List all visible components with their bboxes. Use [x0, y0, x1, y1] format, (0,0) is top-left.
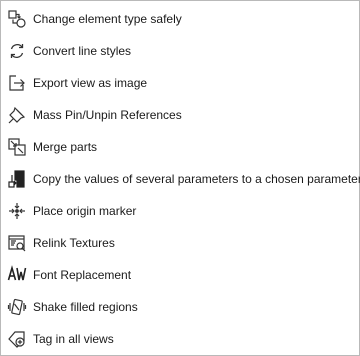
menu-item-convert-line-styles[interactable]: Convert line styles	[1, 35, 359, 67]
font-replacement-icon	[7, 265, 27, 285]
menu-item-shake-filled-regions[interactable]: Shake filled regions	[1, 291, 359, 323]
menu-item-change-element-type[interactable]: Change element type safely	[1, 3, 359, 35]
menu-item-label: Copy the values of several parameters to…	[33, 172, 360, 186]
tag-plus-icon	[7, 329, 27, 349]
menu-list: Change element type safely Convert line …	[1, 1, 360, 355]
menu-item-merge-parts[interactable]: Merge parts	[1, 131, 359, 163]
copy-parameters-icon	[7, 169, 27, 189]
merge-parts-icon	[7, 137, 27, 157]
menu-item-mass-pin-unpin[interactable]: Mass Pin/Unpin References	[1, 99, 359, 131]
origin-marker-icon	[7, 201, 27, 221]
menu-item-label: Shake filled regions	[33, 300, 138, 314]
context-menu: Change element type safely Convert line …	[0, 0, 360, 356]
menu-item-label: Merge parts	[33, 140, 98, 154]
menu-item-label: Font Replacement	[33, 268, 132, 282]
change-type-icon	[7, 9, 27, 29]
convert-arrows-icon	[7, 41, 27, 61]
menu-item-export-view[interactable]: Export view as image	[1, 67, 359, 99]
pin-icon	[7, 105, 27, 125]
shake-regions-icon	[7, 297, 27, 317]
menu-item-place-origin-marker[interactable]: Place origin marker	[1, 195, 359, 227]
menu-item-relink-textures[interactable]: Relink Textures	[1, 227, 359, 259]
menu-item-font-replacement[interactable]: Font Replacement	[1, 259, 359, 291]
relink-textures-icon	[7, 233, 27, 253]
menu-item-label: Export view as image	[33, 76, 148, 90]
menu-item-tag-in-all-views[interactable]: Tag in all views	[1, 323, 359, 355]
menu-item-copy-parameter-values[interactable]: Copy the values of several parameters to…	[1, 163, 360, 195]
menu-item-label: Convert line styles	[33, 44, 132, 58]
export-arrow-icon	[7, 73, 27, 93]
menu-item-label: Tag in all views	[33, 332, 114, 346]
menu-item-label: Change element type safely	[33, 12, 182, 26]
menu-item-label: Place origin marker	[33, 204, 137, 218]
menu-item-label: Relink Textures	[33, 236, 115, 250]
menu-item-label: Mass Pin/Unpin References	[33, 108, 182, 122]
